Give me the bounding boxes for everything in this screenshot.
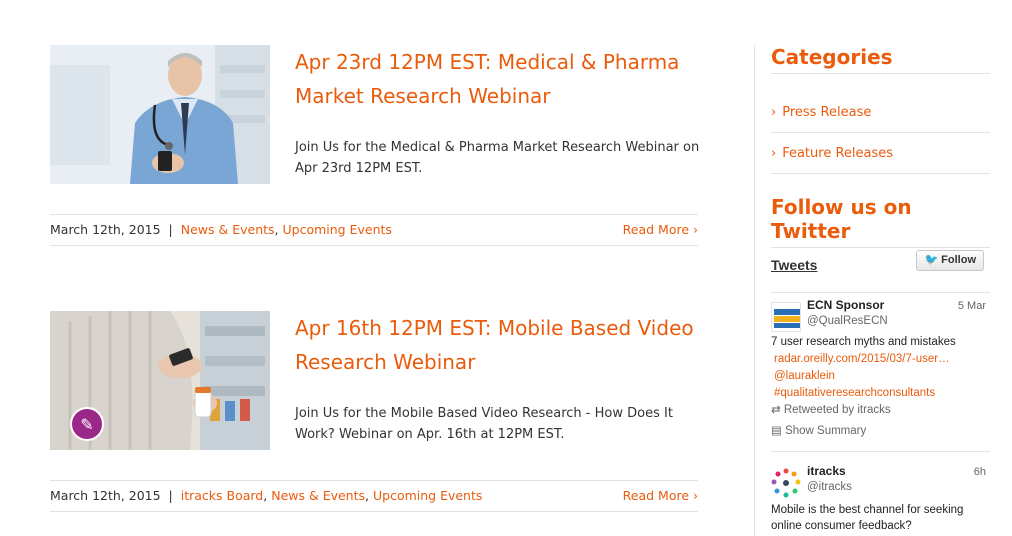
tweets-header: Tweets 🐦 Follow xyxy=(771,248,990,293)
twitter-bird-icon: 🐦 xyxy=(924,254,939,266)
tweet-author-name[interactable]: ECN Sponsor xyxy=(807,298,884,312)
post-excerpt: Join Us for the Medical & Pharma Market … xyxy=(295,140,700,176)
avatar[interactable] xyxy=(771,468,801,498)
chevron-right-icon: › xyxy=(771,105,777,120)
tweet-body-text: 7 user research myths and mistakes xyxy=(771,336,956,348)
category-item-feature-releases[interactable]: › Feature Releases xyxy=(771,133,990,174)
post-title[interactable]: Apr 23rd 12PM EST: Medical & Pharma Mark… xyxy=(295,45,705,113)
categories-title: Categories xyxy=(771,45,990,74)
tweet-item: itracks @itracks 6h Mobile is the best c… xyxy=(771,464,990,536)
tweet-timestamp[interactable]: 6h xyxy=(974,466,986,478)
post-meta: March 12th, 2015 | News & Events, Upcomi… xyxy=(50,214,698,246)
show-summary-link[interactable]: ▤ Show Summary xyxy=(771,423,866,437)
doctor-image xyxy=(50,45,270,184)
tweet-author-handle[interactable]: @itracks xyxy=(807,481,852,493)
follow-button[interactable]: 🐦 Follow xyxy=(916,250,984,271)
post-date: March 12th, 2015 xyxy=(50,222,161,237)
retweet-icon: ⇄ xyxy=(771,404,784,416)
tweet-item: ECN Sponsor @QualResECN 5 Mar 7 user res… xyxy=(771,298,990,452)
twitter-timeline: Tweets 🐦 Follow ECN Sponsor @QualResECN 5… xyxy=(771,240,990,536)
tweet-text: 7 user research myths and mistakes radar… xyxy=(771,334,990,402)
sidebar-divider xyxy=(754,45,755,536)
post-thumbnail[interactable]: ✎ xyxy=(50,311,270,450)
tweet-author-name[interactable]: itracks xyxy=(807,464,846,478)
category-label: Press Release xyxy=(782,105,872,120)
post-excerpt: Join Us for the Mobile Based Video Resea… xyxy=(295,406,673,442)
category-comma: , xyxy=(274,222,279,237)
tweet-url-link[interactable]: radar.oreilly.com/2015/03/7-user… xyxy=(771,351,990,368)
read-more-link[interactable]: Read More › xyxy=(623,481,698,511)
tweets-link[interactable]: Tweets xyxy=(771,257,817,273)
category-link-news-events[interactable]: News & Events xyxy=(271,488,365,503)
itracks-logo-icon xyxy=(771,468,801,498)
retweet-label: Retweeted by itracks xyxy=(783,404,891,416)
tweet-author-handle[interactable]: @QualResECN xyxy=(807,315,888,327)
post-thumbnail[interactable] xyxy=(50,45,270,184)
category-comma: , xyxy=(263,488,268,503)
retweet-info: ⇄ Retweeted by itracks xyxy=(771,402,891,416)
post-meta: March 12th, 2015 | itracks Board, News &… xyxy=(50,480,698,512)
category-label: Feature Releases xyxy=(782,146,894,161)
follow-label: Follow xyxy=(941,254,976,266)
tweet-text: Mobile is the best channel for seeking o… xyxy=(771,504,964,532)
category-link-upcoming-events[interactable]: Upcoming Events xyxy=(283,222,392,237)
category-link-news-events[interactable]: News & Events xyxy=(181,222,275,237)
category-item-press-release[interactable]: › Press Release xyxy=(771,92,990,133)
tweet-mention-link[interactable]: @lauraklein xyxy=(771,368,990,385)
avatar[interactable] xyxy=(771,302,801,332)
chevron-right-icon: › xyxy=(771,146,777,161)
category-link-itracks-board[interactable]: itracks Board xyxy=(181,488,264,503)
summary-icon: ▤ xyxy=(771,425,786,437)
tweet-hashtag-link[interactable]: #qualitativeresearchconsultants xyxy=(771,385,990,402)
read-more-link[interactable]: Read More › xyxy=(623,215,698,245)
ecn-logo-icon xyxy=(774,309,800,328)
show-summary-label: Show Summary xyxy=(785,425,867,437)
post-date: March 12th, 2015 xyxy=(50,488,161,503)
post-title[interactable]: Apr 16th 12PM EST: Mobile Based Video Re… xyxy=(295,311,705,379)
category-link-upcoming-events[interactable]: Upcoming Events xyxy=(373,488,482,503)
pin-icon: ✎ xyxy=(70,407,104,441)
category-comma: , xyxy=(365,488,369,503)
tweet-timestamp[interactable]: 5 Mar xyxy=(958,300,986,312)
